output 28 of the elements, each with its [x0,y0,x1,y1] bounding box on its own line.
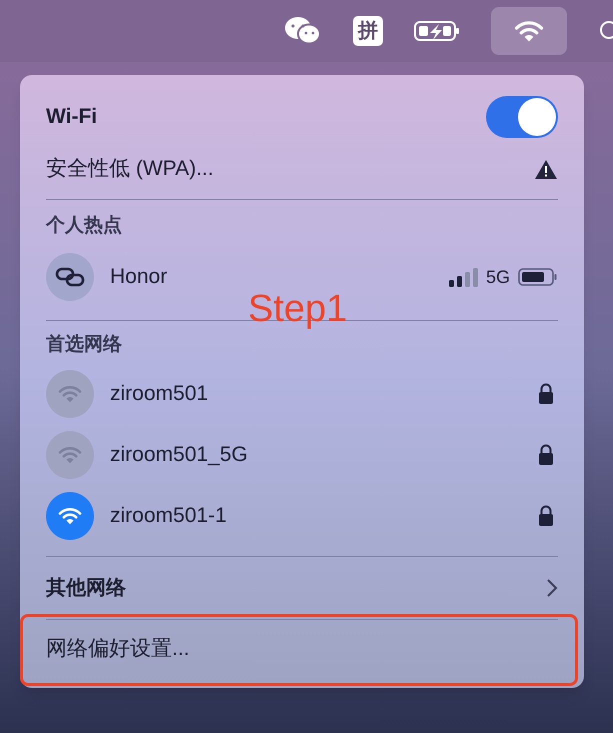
step-annotation: Step1 [248,287,348,332]
chevron-right-icon [546,578,558,598]
section-heading: 个人热点 [46,214,122,238]
other-networks-item[interactable]: 其他网络 [46,557,558,619]
network-preferences-item[interactable]: 网络偏好设置... [46,620,558,678]
network-name: ziroom501-1 [110,502,228,529]
network-item[interactable]: ziroom501_5G [46,424,558,485]
battery-icon [518,267,558,287]
input-method-icon[interactable]: 拼 [353,16,383,46]
link-icon [46,253,94,301]
network-name: ziroom501 [110,380,210,407]
battery-charging-icon[interactable] [413,19,461,43]
lock-icon [538,504,554,526]
wifi-toggle[interactable] [486,96,558,138]
network-item[interactable]: ziroom501-1 [46,485,558,546]
security-warning-text[interactable]: 安全性低 (WPA)... [46,153,214,185]
warning-icon [534,158,558,180]
network-name: ziroom501_5G [110,442,249,468]
network-item[interactable]: ziroom501 [46,363,558,424]
lock-icon [538,444,554,466]
network-type-text: 5G [486,266,510,288]
network-name: Honor [110,264,168,290]
cellular-signal-icon [448,267,480,287]
wifi-title: Wi-Fi [46,104,98,130]
section-heading: 首选网络 [46,332,122,356]
wifi-menu-button[interactable] [491,7,567,55]
wifi-icon [514,20,544,42]
lock-icon [538,382,554,404]
